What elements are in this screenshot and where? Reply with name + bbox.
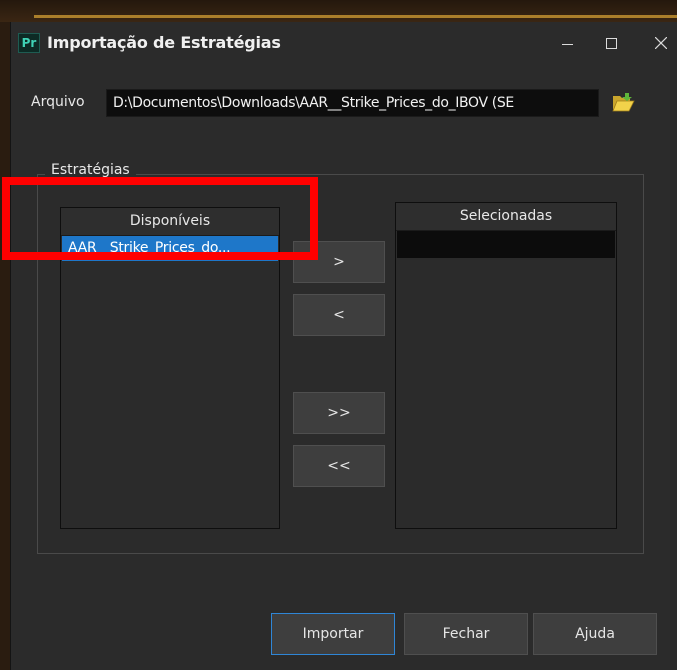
help-button[interactable]: Ajuda <box>533 613 657 655</box>
strategies-group-label: Estratégias <box>45 162 136 178</box>
list-item[interactable] <box>397 231 615 258</box>
close-button[interactable]: Fechar <box>404 613 528 655</box>
file-label: Arquivo <box>31 94 85 110</box>
highlight-annotation-box <box>2 177 318 260</box>
desktop-background-strip <box>0 0 677 22</box>
open-folder-button[interactable] <box>611 91 635 113</box>
maximize-icon <box>606 38 617 49</box>
add-all-button[interactable]: >> <box>293 392 385 434</box>
import-button[interactable]: Importar <box>271 613 395 655</box>
import-strategies-dialog: Pr Importação de Estratégias Arquivo D:\… <box>10 22 677 670</box>
selected-strategies-list[interactable]: Selecionadas <box>395 202 617 529</box>
file-path-input[interactable]: D:\Documentos\Downloads\AAR__Strike_Pric… <box>106 89 599 117</box>
background-window-edge <box>34 15 677 18</box>
remove-selected-button[interactable]: < <box>293 294 385 336</box>
selected-list-header: Selecionadas <box>396 203 616 231</box>
desktop-background-left <box>0 22 10 670</box>
remove-all-button[interactable]: << <box>293 445 385 487</box>
close-icon <box>655 37 667 49</box>
close-window-button[interactable] <box>643 28 677 58</box>
folder-open-icon <box>612 93 635 112</box>
minimize-button[interactable] <box>549 28 585 58</box>
minimize-icon <box>562 44 573 45</box>
app-icon: Pr <box>18 33 40 53</box>
title-bar[interactable]: Pr Importação de Estratégias <box>11 22 677 64</box>
maximize-button[interactable] <box>594 28 630 58</box>
window-title: Importação de Estratégias <box>47 33 281 52</box>
